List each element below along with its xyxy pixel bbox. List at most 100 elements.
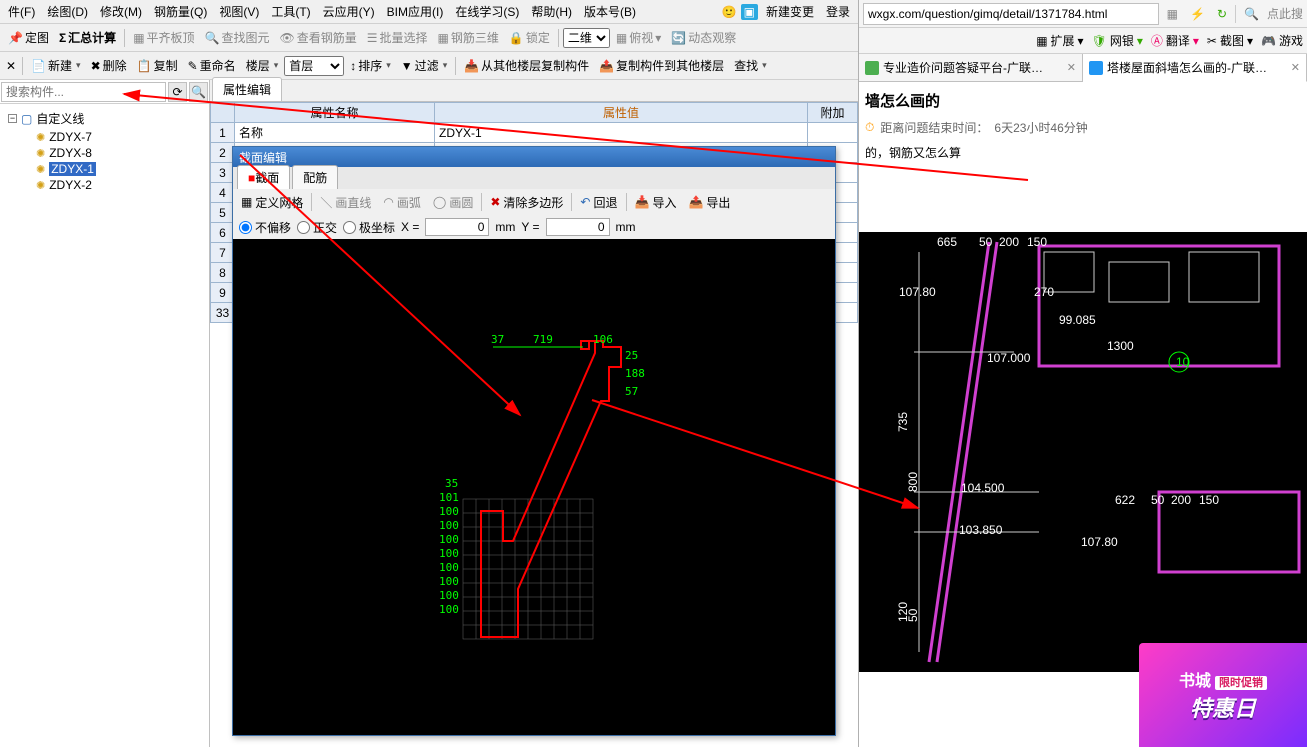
new-change[interactable]: 新建变更 bbox=[762, 1, 818, 22]
y-input[interactable] bbox=[546, 218, 610, 236]
menu-draw[interactable]: 绘图(D) bbox=[43, 1, 92, 22]
tb-line[interactable]: ＼ 画直线 bbox=[316, 192, 375, 213]
svg-text:10: 10 bbox=[1176, 355, 1190, 369]
compat-icon[interactable]: ▦ bbox=[1163, 5, 1182, 23]
tb-find[interactable]: 查找 bbox=[730, 55, 771, 76]
tb-new[interactable]: 📄 新建 bbox=[27, 55, 85, 76]
login-link[interactable]: 登录 bbox=[822, 1, 854, 22]
menu-view[interactable]: 视图(V) bbox=[215, 1, 263, 22]
floor-select[interactable]: 首层 bbox=[284, 56, 344, 76]
tb-flat-top[interactable]: ▦ 平齐板顶 bbox=[129, 27, 198, 48]
radio-no-offset[interactable]: 不偏移 bbox=[239, 219, 291, 236]
tb-export[interactable]: 📤 导出 bbox=[684, 192, 734, 213]
menu-file[interactable]: 件(F) bbox=[4, 1, 39, 22]
tb-arc[interactable]: ◠ 画弧 bbox=[379, 192, 425, 213]
col-extra[interactable]: 附加 bbox=[808, 103, 858, 123]
prop-value[interactable]: ZDYX-1 bbox=[435, 123, 808, 143]
section-canvas[interactable]: 37 719 106 25 188 57 35 101 100 100 100 … bbox=[233, 239, 835, 735]
tree-node-selected[interactable]: ✺ZDYX-1 bbox=[4, 161, 205, 177]
reload-icon[interactable]: ↻ bbox=[1213, 5, 1231, 23]
tb-sum-icon[interactable]: Σ 汇总计算 bbox=[55, 27, 120, 48]
browser-tab-active[interactable]: 塔楼屋面斜墙怎么画的-广联… ✕ bbox=[1083, 54, 1307, 82]
col-name[interactable]: 属性名称 bbox=[235, 103, 435, 123]
tb-copy-to[interactable]: 📤 复制构件到其他楼层 bbox=[595, 55, 728, 76]
browser-tab[interactable]: 专业造价问题答疑平台-广联… ✕ bbox=[859, 54, 1083, 81]
tb-lock[interactable]: 🔒 锁定 bbox=[505, 27, 554, 48]
menu-version[interactable]: 版本号(B) bbox=[580, 1, 640, 22]
menu-tools[interactable]: 工具(T) bbox=[267, 1, 314, 22]
menu-help[interactable]: 帮助(H) bbox=[527, 1, 576, 22]
prop-extra[interactable] bbox=[808, 123, 858, 143]
tb-topview[interactable]: ▦ 俯视 ▾ bbox=[612, 27, 665, 48]
tb-pin[interactable]: 📌定图 bbox=[4, 27, 53, 48]
row-num: 9 bbox=[211, 283, 235, 303]
svg-text:100: 100 bbox=[439, 603, 459, 616]
tab-properties[interactable]: 属性编辑 bbox=[212, 77, 282, 101]
tree-node[interactable]: ✺ZDYX-8 bbox=[4, 145, 205, 161]
tb-copy[interactable]: 📋 复制 bbox=[133, 55, 182, 76]
x-input[interactable] bbox=[425, 218, 489, 236]
extension-bar: ▦ 扩展 ▾ 🛡 网银 ▾ Ⓐ 翻译 ▾ ✂ 截图 ▾ 🎮 游戏 bbox=[859, 28, 1307, 54]
dialog-title[interactable]: 截面编辑 bbox=[233, 147, 835, 167]
lightning-icon[interactable]: ⚡ bbox=[1186, 5, 1209, 23]
menu-modify[interactable]: 修改(M) bbox=[96, 1, 146, 22]
tb-rename[interactable]: ✎ 重命名 bbox=[184, 55, 240, 76]
radio-polar[interactable]: 极坐标 bbox=[343, 219, 395, 236]
col-value[interactable]: 属性值 bbox=[435, 103, 808, 123]
menu-cloud[interactable]: 云应用(Y) bbox=[319, 1, 379, 22]
menu-bim[interactable]: BIM应用(I) bbox=[383, 1, 448, 22]
ext-translate[interactable]: Ⓐ 翻译 ▾ bbox=[1151, 32, 1199, 49]
tb-clear[interactable]: ✖ 清除多边形 bbox=[486, 192, 567, 213]
collapse-icon[interactable]: − bbox=[8, 114, 17, 123]
tb-delete[interactable]: ✖ 删除 bbox=[87, 55, 131, 76]
face-icon[interactable]: 🙂 bbox=[722, 5, 737, 19]
ext-games[interactable]: 🎮 游戏 bbox=[1261, 32, 1303, 49]
url-input[interactable] bbox=[863, 3, 1159, 25]
promo-title: 书城 bbox=[1179, 673, 1211, 690]
tab-close-icon[interactable]: ✕ bbox=[1067, 61, 1076, 74]
box-icon[interactable]: ▣ bbox=[741, 4, 758, 20]
search-icon[interactable]: 🔍 bbox=[1240, 5, 1263, 23]
close-icon[interactable]: ✕ bbox=[4, 57, 18, 75]
svg-text:107.000: 107.000 bbox=[987, 351, 1031, 365]
tree-node[interactable]: ✺ZDYX-2 bbox=[4, 177, 205, 193]
tb-define-grid[interactable]: ▦ 定义网格 bbox=[237, 192, 307, 213]
promo-banner[interactable]: 书城限时促销 特惠日 bbox=[1139, 643, 1307, 747]
tb-orbit[interactable]: 🔄 动态观察 bbox=[667, 27, 740, 48]
search-placeholder[interactable]: 点此搜 bbox=[1267, 5, 1303, 22]
tb-filter[interactable]: ▼ 过滤 bbox=[397, 55, 451, 76]
tb-undo[interactable]: ↶ 回退 bbox=[576, 192, 621, 213]
search-go-icon[interactable]: 🔍 bbox=[189, 82, 208, 102]
tb-rebar-3d[interactable]: ▦ 钢筋三维 bbox=[434, 27, 503, 48]
svg-text:100: 100 bbox=[439, 505, 459, 518]
tb-sort[interactable]: ↕ 排序 bbox=[346, 55, 395, 76]
tree-folder[interactable]: − ▢ 自定义线 bbox=[4, 108, 205, 129]
tree-node[interactable]: ✺ZDYX-7 bbox=[4, 129, 205, 145]
tb-circle[interactable]: ◯ 画圆 bbox=[429, 192, 477, 213]
svg-text:101: 101 bbox=[439, 491, 459, 504]
tab-section[interactable]: ■截面 bbox=[237, 165, 290, 189]
tab-rebar[interactable]: 配筋 bbox=[292, 165, 338, 189]
tb-floor[interactable]: 楼层 bbox=[242, 55, 283, 76]
menu-learn[interactable]: 在线学习(S) bbox=[451, 1, 523, 22]
tab-close-icon[interactable]: ✕ bbox=[1291, 61, 1300, 74]
tb-copy-from[interactable]: 📥 从其他楼层复制构件 bbox=[460, 55, 593, 76]
ext-expand[interactable]: ▦ 扩展 ▾ bbox=[1036, 32, 1083, 49]
node-label: ZDYX-1 bbox=[49, 162, 96, 176]
ext-bank[interactable]: 🛡 网银 ▾ bbox=[1092, 32, 1143, 49]
svg-text:665: 665 bbox=[937, 235, 957, 249]
tb-find-elem[interactable]: 🔍 查找图元 bbox=[201, 27, 274, 48]
svg-text:735: 735 bbox=[896, 412, 910, 432]
prop-name[interactable]: 名称 bbox=[235, 123, 435, 143]
tb-view-rebar[interactable]: 👁 查看钢筋量 bbox=[276, 27, 361, 48]
radio-ortho[interactable]: 正交 bbox=[297, 219, 337, 236]
menu-rebar[interactable]: 钢筋量(Q) bbox=[150, 1, 211, 22]
search-input[interactable] bbox=[1, 82, 166, 102]
ext-screenshot[interactable]: ✂ 截图 ▾ bbox=[1207, 32, 1253, 49]
tb-import[interactable]: 📥 导入 bbox=[631, 192, 681, 213]
tb-batch-sel[interactable]: ☰ 批量选择 bbox=[363, 27, 432, 48]
search-clear-icon[interactable]: ⟳ bbox=[168, 82, 187, 102]
cad-app: 件(F) 绘图(D) 修改(M) 钢筋量(Q) 视图(V) 工具(T) 云应用(… bbox=[0, 0, 858, 747]
view-mode-select[interactable]: 二维 bbox=[563, 28, 610, 48]
svg-text:37: 37 bbox=[491, 333, 504, 346]
